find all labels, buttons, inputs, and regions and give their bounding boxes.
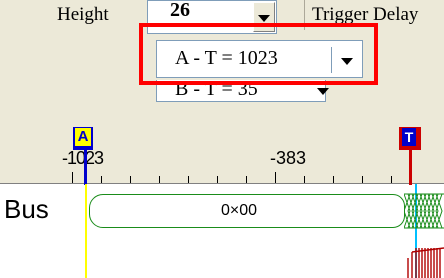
- ruler-tick: [333, 176, 334, 183]
- ruler-label-mid: -383: [270, 148, 307, 168]
- chevron-down-icon[interactable]: [317, 88, 329, 95]
- marker-t-flag[interactable]: T: [399, 127, 421, 150]
- marker-a-flag[interactable]: A: [73, 127, 93, 150]
- ruler-tick: [246, 176, 247, 183]
- ruler-tick: [275, 172, 276, 183]
- bus-value: 0×00: [221, 202, 258, 219]
- ruler-tick: [159, 176, 160, 183]
- chevron-down-icon: [258, 15, 270, 22]
- marker-a-label: A: [75, 128, 91, 146]
- ruler-tick: [217, 176, 218, 183]
- marker-a-stem: [84, 150, 87, 185]
- marker-a-line: [85, 184, 87, 278]
- ruler-tick: [391, 176, 392, 183]
- ruler-tick: [72, 172, 73, 183]
- ruler-label-left: -1023: [62, 148, 104, 168]
- height-value: 26: [170, 0, 190, 21]
- highlight-box: [139, 23, 378, 85]
- ruler-tick: [362, 176, 363, 183]
- ruler-baseline: [0, 183, 444, 184]
- bus-value-segment[interactable]: 0×00: [89, 194, 405, 228]
- marker-t-label: T: [402, 128, 416, 146]
- bus-signal-name[interactable]: Bus: [4, 194, 49, 225]
- bus-transitions: [404, 193, 444, 229]
- marker-t-stem: [409, 150, 412, 185]
- ruler-tick: [304, 176, 305, 183]
- ruler-tick: [130, 176, 131, 183]
- height-label: Height: [57, 4, 109, 25]
- ruler-tick: [188, 176, 189, 183]
- ruler-tick: [101, 176, 102, 183]
- signal-transitions-red: [407, 247, 444, 278]
